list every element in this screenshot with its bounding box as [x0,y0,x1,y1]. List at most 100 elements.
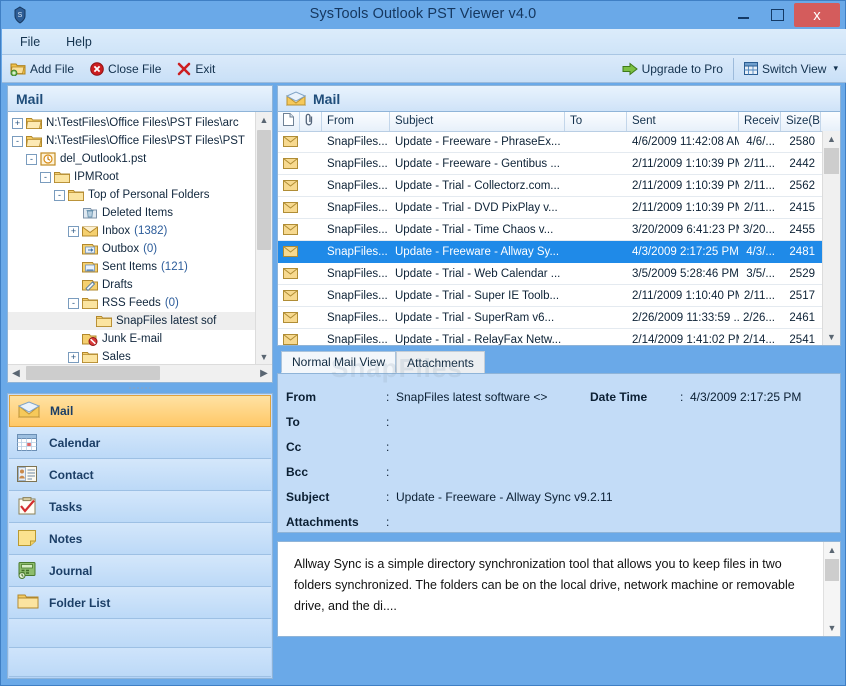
column-header-attach[interactable] [300,112,322,131]
nav-item-mail[interactable]: Mail [9,395,271,427]
tree-item[interactable]: Drafts [8,276,256,294]
cell-subject: Update - Trial - RelayFax Netw... [395,333,562,346]
tree-horizontal-scrollbar[interactable]: ◀ ▶ [8,364,272,382]
menu-item-file[interactable]: File [20,35,40,49]
mail-list-rows[interactable]: SnapFiles... Update - Freeware - PhraseEx… [278,131,823,345]
tree-collapse-icon[interactable]: - [12,135,23,147]
column-header-from[interactable]: From [322,112,390,131]
column-header-received[interactable]: Receiv [739,112,781,131]
mail-scroll-down-arrow-icon[interactable]: ▼ [823,329,840,345]
attachments-colon: : [386,514,390,529]
cell-received: 2/11... [743,289,775,302]
column-header-flag[interactable] [278,112,300,131]
mail-row[interactable]: SnapFiles... Update - Freeware - PhraseEx… [278,131,823,153]
mail-list-header[interactable]: From Subject To Sent Receiv Size(B [278,112,840,132]
mail-scroll-up-arrow-icon[interactable]: ▲ [823,131,840,147]
tree-item-label: Junk E-mail [102,333,163,345]
menu-item-help[interactable]: Help [66,35,92,49]
splitter-grip[interactable] [7,383,273,393]
tree-scroll-thumb[interactable] [257,130,271,250]
mail-list-vertical-scrollbar[interactable]: ▲ ▼ [822,131,840,345]
mail-row[interactable]: SnapFiles... Update - Trial - Collectorz.… [278,175,823,197]
tree-item[interactable]: - N:\TestFiles\Office Files\PST Files\PST [8,132,256,150]
body-scroll-up-arrow-icon[interactable]: ▲ [824,542,840,558]
mail-row[interactable]: SnapFiles... Update - Trial - Web Calenda… [278,263,823,285]
scroll-right-arrow-icon[interactable]: ▶ [256,365,272,381]
folder-tree[interactable]: + N:\TestFiles\Office Files\PST Files\arc… [8,112,256,365]
exit-label: Exit [195,61,216,76]
scroll-up-arrow-icon[interactable]: ▲ [256,112,272,128]
tree-item-count: (1382) [134,225,168,237]
tree-expand-icon[interactable]: + [68,225,79,237]
tree-collapse-icon[interactable]: - [68,297,79,309]
nav-filler-row [9,648,271,677]
tree-item[interactable]: + N:\TestFiles\Office Files\PST Files\arc [8,114,256,132]
grid-icon [743,62,758,75]
tree-item[interactable]: Outbox (0) [8,240,256,258]
close-file-button[interactable]: Close File [82,55,169,83]
close-button[interactable]: x [794,3,840,27]
column-header-subject[interactable]: Subject [390,112,565,131]
switch-view-button[interactable]: Switch View ▾ [736,55,846,83]
mail-row[interactable]: SnapFiles... Update - Freeware - Allway S… [278,241,823,263]
tree-item[interactable]: - RSS Feeds (0) [8,294,256,312]
tree-item[interactable]: Deleted Items [8,204,256,222]
cell-size: 2580 [789,135,815,148]
navigation-list: Mail Calendar Contact Tasks Notes Journal Fold… [7,393,273,679]
column-header-size[interactable]: Size(B [781,112,821,131]
scroll-left-arrow-icon[interactable]: ◀ [8,365,24,381]
nav-item-calendar[interactable]: Calendar [9,427,271,459]
body-scroll-thumb[interactable] [825,559,839,581]
tree-hscroll-thumb[interactable] [26,366,160,380]
nav-item-notes[interactable]: Notes [9,523,271,555]
body-vertical-scrollbar[interactable]: ▲ ▼ [823,542,840,636]
mail-row[interactable]: SnapFiles... Update - Trial - Time Chaos … [278,219,823,241]
cell-received: 2/14... [743,333,775,346]
tree-toggle-spacer [68,280,79,291]
mail-row[interactable]: SnapFiles... Update - Trial - SuperRam v6… [278,307,823,329]
nav-item-folder-list[interactable]: Folder List [9,587,271,619]
tree-item[interactable]: + Sales [8,348,256,365]
envelope-icon [283,202,298,213]
column-header-sent[interactable]: Sent [627,112,739,131]
tree-item[interactable]: SnapFiles latest sof [8,312,256,330]
cell-sent: 2/11/2009 1:10:39 PM [632,201,739,214]
scroll-down-arrow-icon[interactable]: ▼ [256,349,272,365]
upgrade-to-pro-button[interactable]: Upgrade to Pro [614,55,731,83]
tree-vertical-scrollbar[interactable]: ▲ ▼ [255,112,272,365]
tree-item[interactable]: - Top of Personal Folders [8,186,256,204]
nav-item-tasks[interactable]: Tasks [9,491,271,523]
tree-item-label: Deleted Items [102,207,173,219]
tree-item[interactable]: - IPMRoot [8,168,256,186]
nav-item-journal[interactable]: Journal [9,555,271,587]
tab-attachments[interactable]: Attachments [396,351,485,373]
tree-item[interactable]: - del_Outlook1.pst [8,150,256,168]
nav-item-contact[interactable]: Contact [9,459,271,491]
exit-button[interactable]: Exit [169,55,223,83]
tree-item[interactable]: Junk E-mail [8,330,256,348]
tree-item[interactable]: Sent Items (121) [8,258,256,276]
detail-tabs[interactable]: Normal Mail View Attachments [277,349,841,373]
mail-row[interactable]: SnapFiles... Update - Trial - Super IE To… [278,285,823,307]
minimize-button[interactable] [726,3,760,27]
tree-item[interactable]: + Inbox (1382) [8,222,256,240]
drafts-icon [82,278,98,292]
tree-expand-icon[interactable]: + [12,117,23,129]
tree-collapse-icon[interactable]: - [40,171,51,183]
cell-sent: 2/11/2009 1:10:40 PM [632,289,739,302]
subject-value: Update - Freeware - Allway Sync v9.2.11 [396,489,613,504]
mail-row[interactable]: SnapFiles... Update - Trial - DVD PixPlay… [278,197,823,219]
tab-normal-mail-view[interactable]: Normal Mail View [281,351,397,373]
add-file-button[interactable]: Add File [2,55,82,83]
body-scroll-down-arrow-icon[interactable]: ▼ [824,620,840,636]
tree-collapse-icon[interactable]: - [26,153,37,165]
nav-item-label: Folder List [49,595,111,610]
tree-collapse-icon[interactable]: - [54,189,65,201]
mail-row[interactable]: SnapFiles... Update - Freeware - Gentibus… [278,153,823,175]
column-header-to[interactable]: To [565,112,627,131]
mail-scroll-thumb[interactable] [824,148,839,174]
mail-row[interactable]: SnapFiles... Update - Trial - RelayFax Ne… [278,329,823,345]
maximize-button[interactable] [760,3,794,27]
journal-icon [17,561,39,581]
tree-expand-icon[interactable]: + [68,351,79,363]
